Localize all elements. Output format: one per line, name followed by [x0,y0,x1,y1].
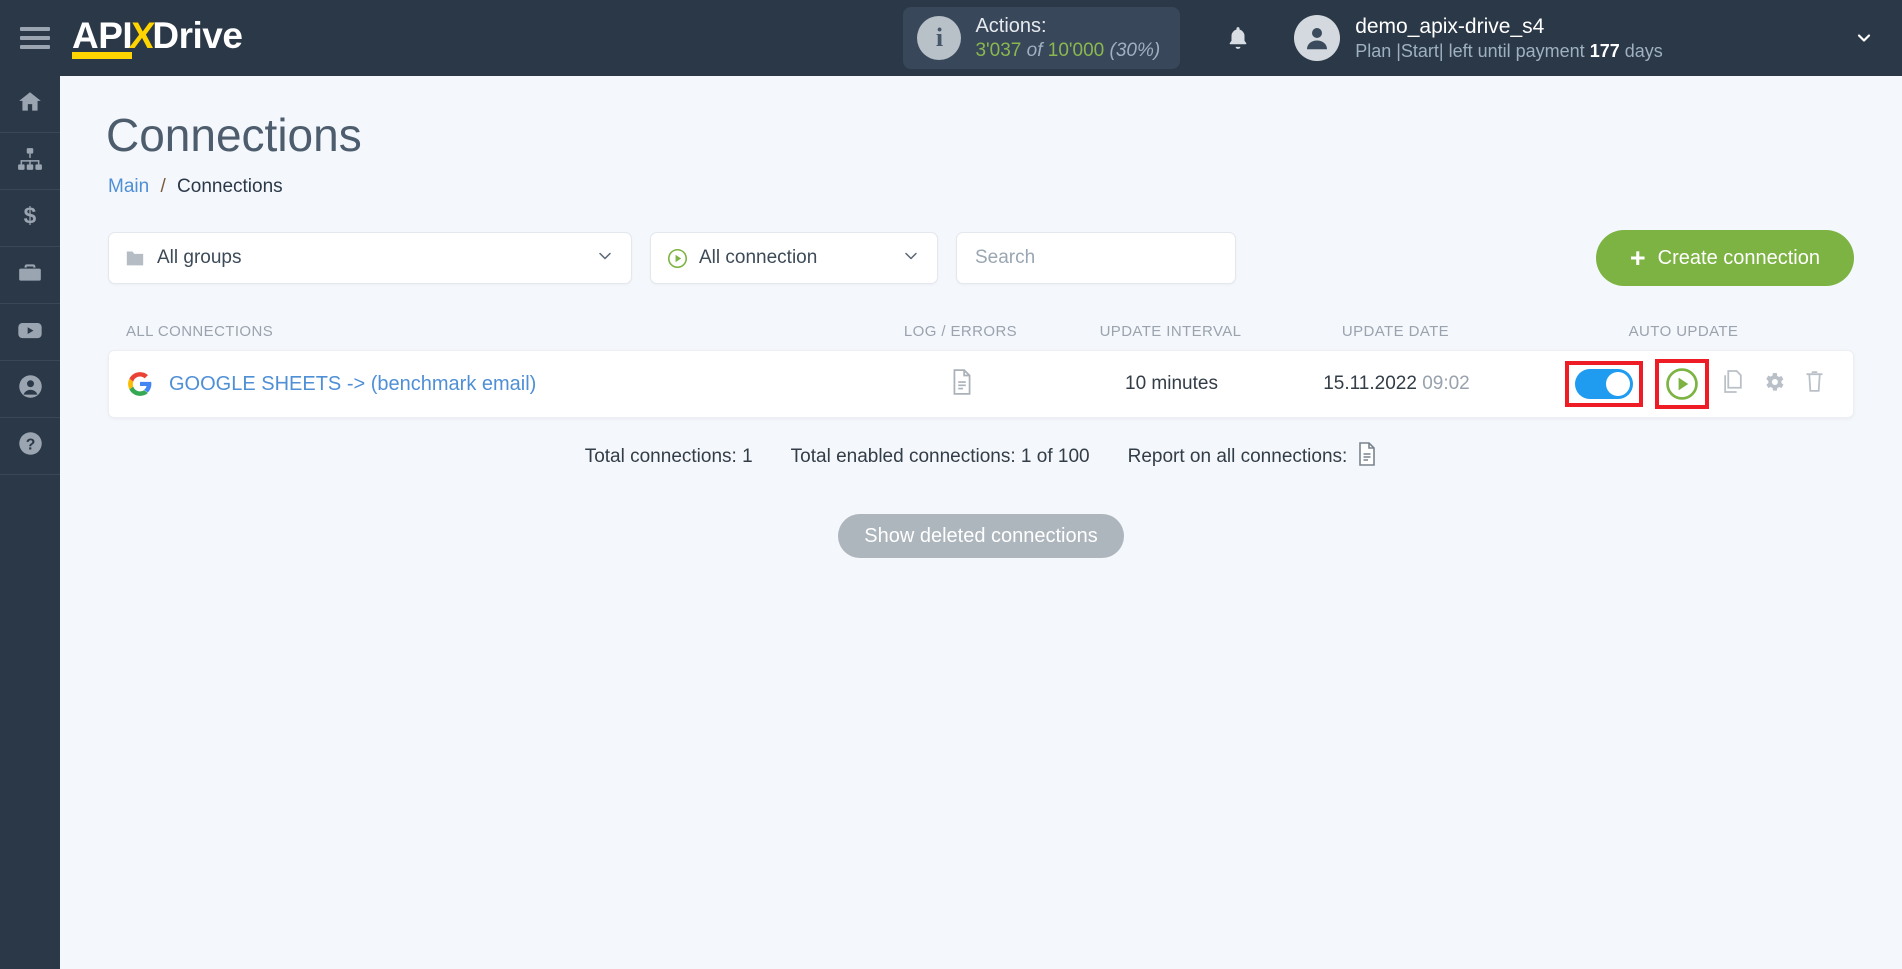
breadcrumb: Main / Connections [108,176,1902,198]
show-deleted-connections-button[interactable]: Show deleted connections [838,514,1124,558]
briefcase-icon [17,260,43,291]
connections-summary: Total connections: 1 Total enabled conne… [108,442,1854,472]
user-circle-icon [17,373,44,405]
search-input[interactable] [956,232,1236,284]
apixdrive-logo[interactable]: APIXDrive [72,15,243,59]
update-date-value: 15.11.2022 [1323,373,1417,394]
auto-update-toggle-highlight [1565,361,1643,407]
play-circle-icon [667,248,688,269]
header-log-errors: LOG / ERRORS [903,322,1018,340]
logo-x-text: X [128,15,157,56]
report-on-all-connections: Report on all connections: [1128,442,1378,472]
update-interval-cell: 10 minutes [1125,373,1218,394]
logo-drive-text: Drive [152,15,243,56]
connection-name-cell: GOOGLE SHEETS -> (benchmark email) [109,371,859,397]
avatar [1294,15,1341,61]
create-connection-button[interactable]: + Create connection [1595,230,1854,286]
run-now-button[interactable] [1665,367,1699,401]
connection-filter-value: All connection [699,247,818,268]
actions-percent: (30%) [1109,39,1161,61]
plan-suffix: days [1624,40,1663,61]
trash-icon[interactable] [1804,370,1825,398]
google-icon [127,371,153,397]
main-content: Connections Main / Connections All group… [60,76,1902,969]
sidebar-item-billing[interactable]: $ [0,190,60,247]
logo-api-text: API [72,15,133,59]
log-cell [859,368,1064,400]
header-update-date: UPDATE DATE [1341,322,1450,340]
sitemap-icon [17,146,43,177]
top-bar: APIXDrive i Actions: 3'037 of 10'000 (30… [0,0,1902,76]
row-action-icons [1723,370,1825,399]
plan-days: 177 [1589,40,1620,61]
folder-icon [125,249,145,267]
connections-table: ALL CONNECTIONS LOG / ERRORS UPDATE INTE… [108,312,1854,558]
filter-bar: All groups All connection + Create conne… [108,230,1854,286]
sidebar-item-help[interactable]: ? [0,418,60,475]
table-row[interactable]: GOOGLE SHEETS -> (benchmark email) 10 mi… [108,350,1854,418]
actions-values: 3'037 of 10'000 (30%) [975,39,1160,63]
page-title: Connections [106,109,362,161]
svg-text:?: ? [25,437,35,454]
auto-update-cell [1514,359,1853,409]
actions-used: 3'037 [975,39,1022,61]
youtube-icon [16,316,44,349]
header-auto-update: AUTO UPDATE [1628,322,1739,340]
plus-icon: + [1629,242,1646,273]
notifications-bell-icon[interactable] [1224,23,1252,53]
actions-of: of [1026,39,1043,61]
copy-icon[interactable] [1723,370,1744,398]
breadcrumb-separator: / [160,176,166,197]
update-date-cell: 15.11.2022 09:02 [1279,373,1514,395]
sidebar-item-business[interactable] [0,247,60,304]
menu-toggle-icon[interactable] [20,27,50,49]
plan-prefix: Plan |Start| left until payment [1355,40,1585,61]
user-menu[interactable]: demo_apix-drive_s4 Plan |Start| left unt… [1294,14,1663,63]
gear-icon[interactable] [1762,370,1786,399]
sidebar-item-home[interactable] [0,76,60,133]
total-enabled-connections: Total enabled connections: 1 of 100 [790,446,1090,467]
chevron-down-icon [595,246,615,271]
chevron-down-icon[interactable] [1854,28,1874,48]
sidebar-item-video[interactable] [0,304,60,361]
report-document-icon[interactable] [1357,442,1377,472]
log-document-icon[interactable] [951,368,973,400]
report-label: Report on all connections: [1127,446,1348,467]
actions-total: 10'000 [1047,39,1105,61]
auto-update-toggle[interactable] [1575,369,1633,399]
actions-label: Actions: [975,14,1047,37]
user-plan: Plan |Start| left until payment 177 days [1355,40,1663,63]
breadcrumb-main[interactable]: Main [108,176,149,197]
chevron-down-icon [901,246,921,271]
connection-filter-select[interactable]: All connection [650,232,938,284]
header-all-connections: ALL CONNECTIONS [126,322,274,340]
group-filter-select[interactable]: All groups [108,232,632,284]
dollar-icon: $ [17,202,43,234]
home-icon [17,89,43,120]
breadcrumb-current: Connections [177,176,283,197]
user-name: demo_apix-drive_s4 [1355,14,1545,38]
table-header-row: ALL CONNECTIONS LOG / ERRORS UPDATE INTE… [108,312,1854,350]
connection-link[interactable]: GOOGLE SHEETS -> (benchmark email) [169,373,536,396]
actions-counter[interactable]: i Actions: 3'037 of 10'000 (30%) [903,7,1181,69]
update-time-value: 09:02 [1422,373,1470,394]
group-filter-value: All groups [157,247,242,268]
sidebar: $ ? [0,76,60,969]
create-connection-label: Create connection [1657,246,1820,269]
sidebar-item-connections[interactable] [0,133,60,190]
info-icon: i [917,16,962,60]
header-update-interval: UPDATE INTERVAL [1099,322,1242,340]
question-circle-icon: ? [17,430,44,462]
run-now-highlight [1655,359,1709,409]
sidebar-item-account[interactable] [0,361,60,418]
total-connections: Total connections: 1 [584,446,753,467]
show-deleted-wrap: Show deleted connections [108,514,1854,558]
toggle-knob [1606,372,1630,396]
svg-text:$: $ [24,203,37,229]
